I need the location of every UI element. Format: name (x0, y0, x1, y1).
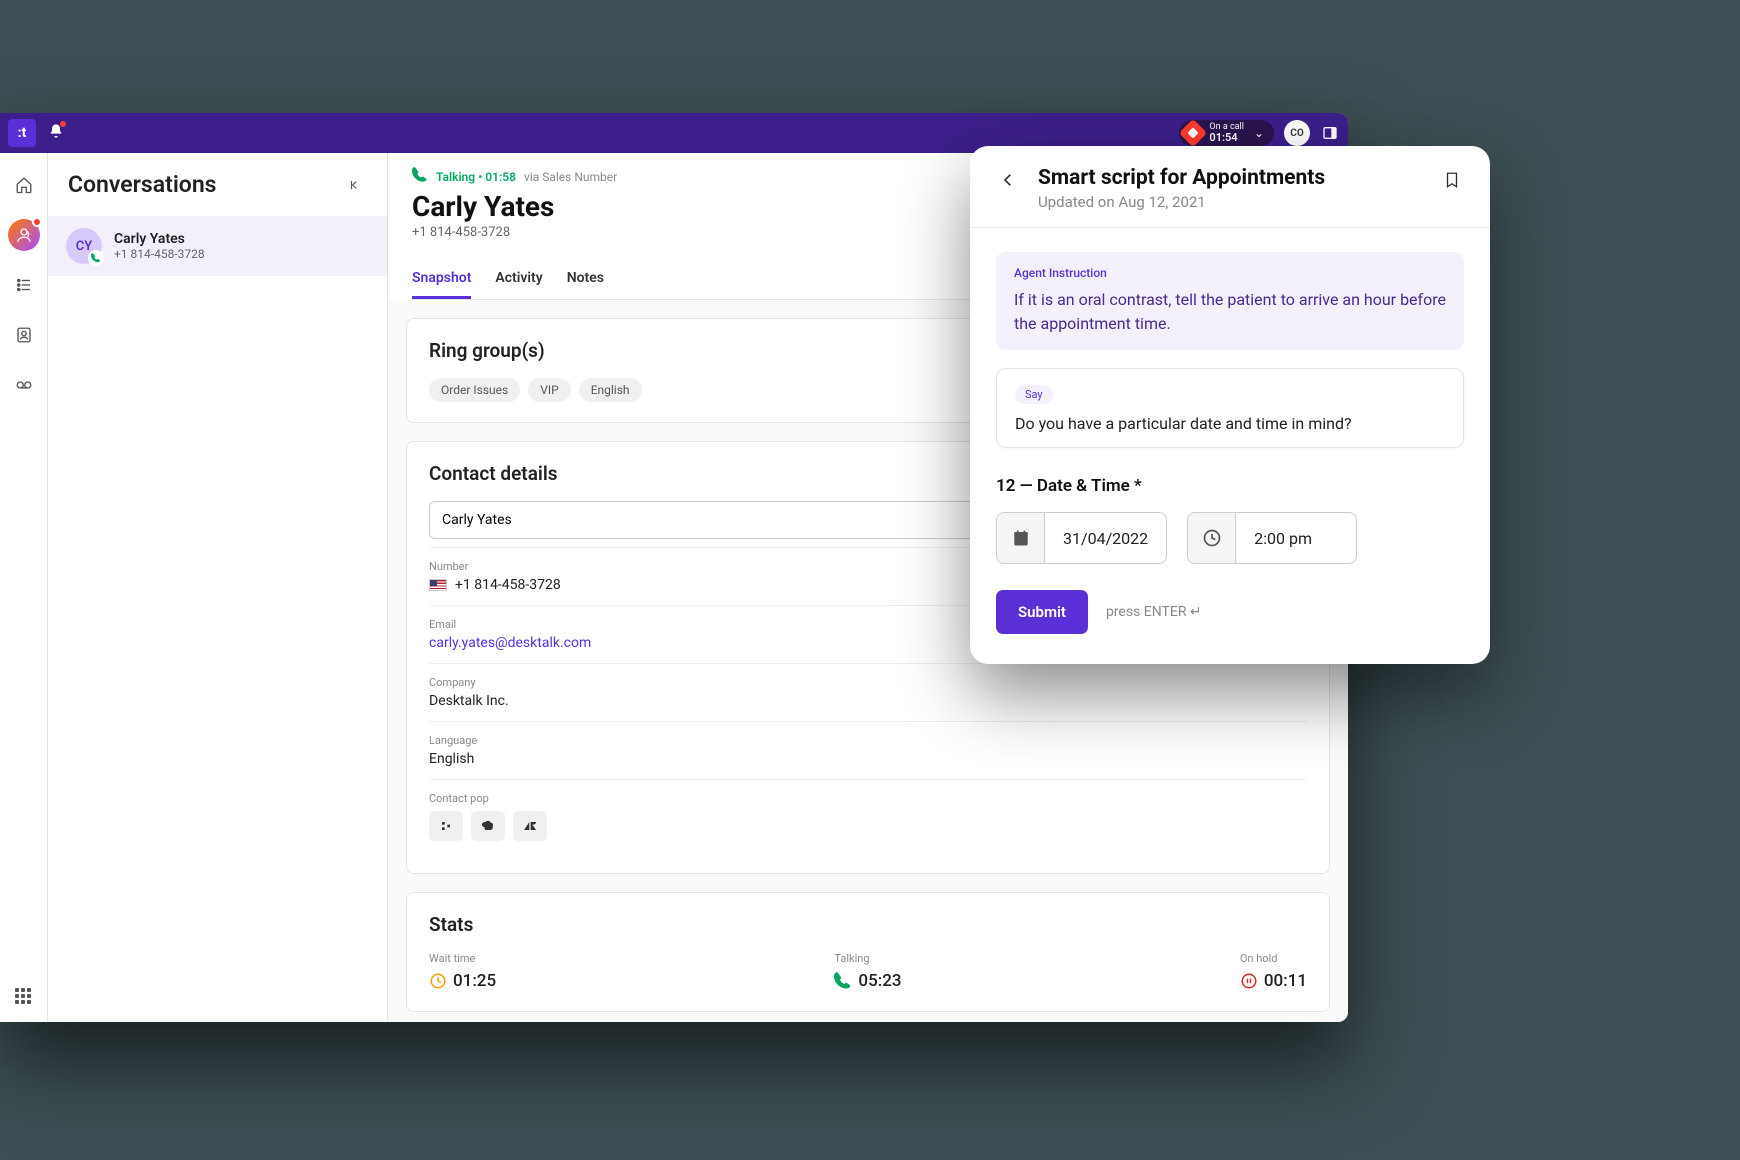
nav-conversations-icon[interactable] (8, 219, 40, 251)
phone-icon (412, 167, 428, 186)
submit-button[interactable]: Submit (996, 590, 1088, 634)
ring-group-chip: Order Issues (429, 378, 520, 402)
contact-pop-talkdesk-icon[interactable] (429, 811, 463, 841)
back-icon[interactable] (994, 166, 1022, 194)
talking-label: Talking (834, 952, 901, 965)
say-box: Say Do you have a particular date and ti… (996, 368, 1464, 448)
smart-script-panel: Smart script for Appointments Updated on… (970, 146, 1490, 664)
phone-icon (834, 972, 852, 990)
tab-activity[interactable]: Activity (495, 260, 542, 299)
clock-icon (1188, 513, 1236, 563)
hold-label: On hold (1240, 952, 1307, 965)
collapse-panel-icon[interactable] (343, 173, 367, 197)
nav-home-icon[interactable] (8, 169, 40, 201)
wait-time-value: 01:25 (453, 971, 496, 991)
user-avatar[interactable]: CO (1284, 120, 1310, 146)
say-tag: Say (1015, 385, 1053, 404)
calendar-icon (997, 513, 1045, 563)
tab-snapshot[interactable]: Snapshot (412, 260, 471, 299)
nav-badge (32, 217, 42, 227)
stats-title: Stats (429, 913, 1307, 936)
time-input[interactable]: 2:00 pm (1187, 512, 1357, 564)
conversation-name: Carly Yates (114, 231, 205, 247)
date-input[interactable]: 31/04/2022 (996, 512, 1167, 564)
talking-value: 05:23 (858, 971, 901, 991)
language-value: English (429, 751, 1307, 767)
wait-time-label: Wait time (429, 952, 496, 965)
bookmark-icon[interactable] (1438, 166, 1466, 194)
nav-contacts-icon[interactable] (8, 319, 40, 351)
clock-icon (429, 972, 447, 990)
language-label: Language (429, 734, 1307, 747)
call-status-text: Talking • 01:58 (436, 170, 516, 184)
enter-hint: press ENTER ↵ (1106, 604, 1202, 620)
date-value: 31/04/2022 (1045, 529, 1166, 548)
instruction-text: If it is an oral contrast, tell the pati… (1014, 288, 1446, 336)
nav-voicemail-icon[interactable] (8, 369, 40, 401)
flag-us-icon (429, 579, 447, 591)
app-logo[interactable]: :t (8, 119, 36, 147)
contact-pop-zendesk-icon[interactable] (513, 811, 547, 841)
nav-apps-icon[interactable] (15, 988, 33, 1006)
tab-notes[interactable]: Notes (567, 260, 604, 299)
instruction-tag: Agent Instruction (1014, 266, 1446, 280)
stats-card: Stats Wait time 01:25 Talking 05:23 On h… (406, 892, 1330, 1012)
question-label: 12 — Date & Time * (996, 476, 1464, 496)
script-title: Smart script for Appointments (1038, 166, 1422, 190)
company-label: Company (429, 676, 1307, 689)
notification-badge (60, 121, 66, 127)
ring-group-chip: VIP (528, 378, 570, 402)
panel-toggle-icon[interactable] (1320, 123, 1340, 143)
conversation-phone: +1 814-458-3728 (114, 247, 205, 261)
contact-avatar: CY (66, 228, 102, 264)
script-updated: Updated on Aug 12, 2021 (1038, 193, 1422, 211)
ring-group-chip: English (579, 378, 642, 402)
contact-pop-salesforce-icon[interactable] (471, 811, 505, 841)
notifications-icon[interactable] (48, 123, 68, 143)
pause-icon (1240, 972, 1258, 990)
conversations-panel: Conversations CY Carly Yates +1 814-458-… (48, 153, 388, 1022)
conversations-title: Conversations (68, 171, 217, 198)
hold-value: 00:11 (1264, 971, 1307, 991)
conversation-item[interactable]: CY Carly Yates +1 814-458-3728 (48, 216, 387, 276)
call-status-time: 01:54 (1209, 132, 1244, 143)
phone-status-icon (88, 250, 104, 266)
nav-rail (0, 153, 48, 1022)
say-text: Do you have a particular date and time i… (1015, 414, 1445, 433)
time-value: 2:00 pm (1236, 529, 1356, 548)
contact-pop-label: Contact pop (429, 792, 1307, 805)
call-status-icon (1179, 119, 1207, 147)
nav-queues-icon[interactable] (8, 269, 40, 301)
agent-instruction-box: Agent Instruction If it is an oral contr… (996, 252, 1464, 350)
call-via-text: via Sales Number (524, 170, 617, 184)
call-status-pill[interactable]: On a call 01:54 ⌄ (1179, 120, 1274, 146)
chevron-down-icon: ⌄ (1254, 126, 1264, 140)
company-value: Desktalk Inc. (429, 693, 1307, 709)
